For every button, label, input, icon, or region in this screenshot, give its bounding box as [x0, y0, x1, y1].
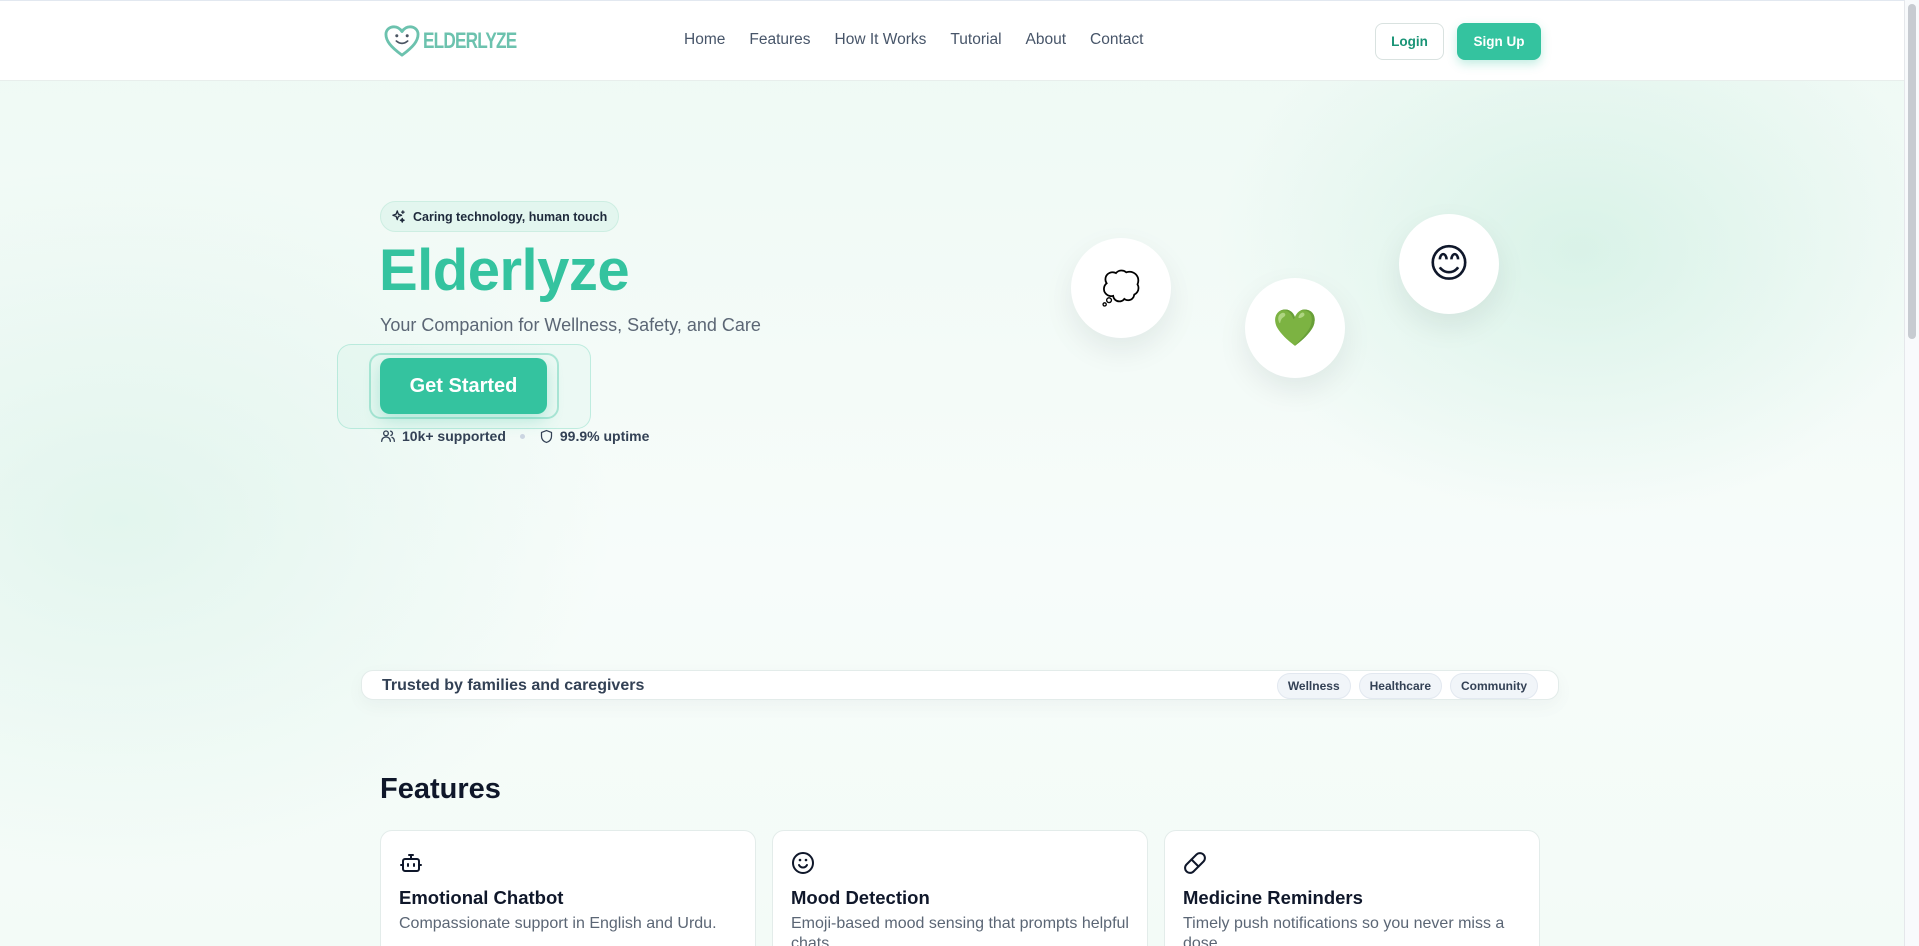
feature-title: Mood Detection: [791, 887, 930, 908]
top-navbar: ELDERLYZE Home Features How It Works Tut…: [0, 0, 1919, 81]
feature-card-mood[interactable]: Mood Detection Emoji-based mood sensing …: [772, 830, 1148, 946]
scrollbar-thumb[interactable]: [1908, 4, 1916, 339]
tagline-text: Caring technology, human touch: [413, 209, 608, 224]
feature-title: Medicine Reminders: [1183, 887, 1363, 908]
feature-desc: Timely push notifications so you never m…: [1183, 915, 1505, 946]
shield-icon: [540, 429, 552, 443]
get-started-button[interactable]: Get Started: [380, 358, 547, 414]
tagline-pill: Caring technology, human touch: [380, 201, 620, 232]
sign-up-button[interactable]: Sign Up: [1457, 23, 1541, 60]
feature-title: Emotional Chatbot: [399, 887, 564, 908]
stat-uptime-label: 99.9% uptime: [559, 428, 650, 444]
smiling-face-icon: 😊: [1428, 242, 1470, 286]
logo-heart-icon: [384, 25, 420, 57]
heart-bubble: 💚: [1245, 278, 1345, 378]
nav-home[interactable]: Home: [684, 31, 725, 49]
sparkles-icon: [392, 210, 405, 223]
logo-text: ELDERLYZE: [423, 28, 517, 53]
stat-uptime: 99.9% uptime: [539, 428, 649, 444]
tag-community: Community: [1450, 673, 1538, 699]
nav-how-it-works[interactable]: How It Works: [835, 31, 927, 49]
hero-subtitle: Your Companion for Wellness, Safety, and…: [380, 315, 761, 335]
stat-separator: [519, 433, 525, 439]
hero-stats: 10k+ supported 99.9% uptime: [380, 428, 649, 444]
nav-contact[interactable]: Contact: [1090, 31, 1143, 49]
green-heart-icon: 💚: [1272, 307, 1318, 348]
landing-page: ELDERLYZE Home Features How It Works Tut…: [0, 0, 1919, 946]
page-scrollbar[interactable]: [1904, 0, 1919, 946]
smile-bubble: 😊: [1399, 214, 1499, 314]
trusted-bar: Trusted by families and caregivers Welln…: [361, 670, 1559, 700]
feature-desc: Compassionate support in English and Urd…: [399, 915, 717, 932]
features-heading: Features: [380, 773, 501, 805]
nav-tutorial[interactable]: Tutorial: [950, 31, 1001, 49]
trusted-text: Trusted by families and caregivers: [382, 677, 645, 694]
pill-icon: [1184, 852, 1206, 874]
main-nav: Home Features How It Works Tutorial Abou…: [684, 31, 1143, 49]
nav-features[interactable]: Features: [749, 31, 810, 49]
feature-card-chatbot[interactable]: Emotional Chatbot Compassionate support …: [380, 830, 756, 946]
hero-title: Elderlyze: [379, 238, 630, 303]
tag-healthcare: Healthcare: [1358, 673, 1442, 699]
stat-supported: 10k+ supported: [380, 428, 506, 444]
smile-icon: [792, 852, 814, 874]
stat-supported-label: 10k+ supported: [402, 428, 506, 444]
logo[interactable]: ELDERLYZE: [383, 23, 543, 59]
login-button[interactable]: Login: [1375, 23, 1444, 60]
users-icon: [381, 430, 395, 442]
trusted-tags: Wellness Healthcare Community: [1276, 673, 1538, 699]
nav-about[interactable]: About: [1026, 31, 1067, 49]
feature-desc: Emoji-based mood sensing that prompts he…: [791, 915, 1129, 946]
speech-bubble: 💭: [1071, 238, 1171, 338]
speech-bubble-icon: 💭: [1101, 270, 1141, 306]
feature-card-reminders[interactable]: Medicine Reminders Timely push notificat…: [1164, 830, 1540, 946]
tag-wellness: Wellness: [1276, 673, 1351, 699]
robot-icon: [400, 854, 422, 872]
